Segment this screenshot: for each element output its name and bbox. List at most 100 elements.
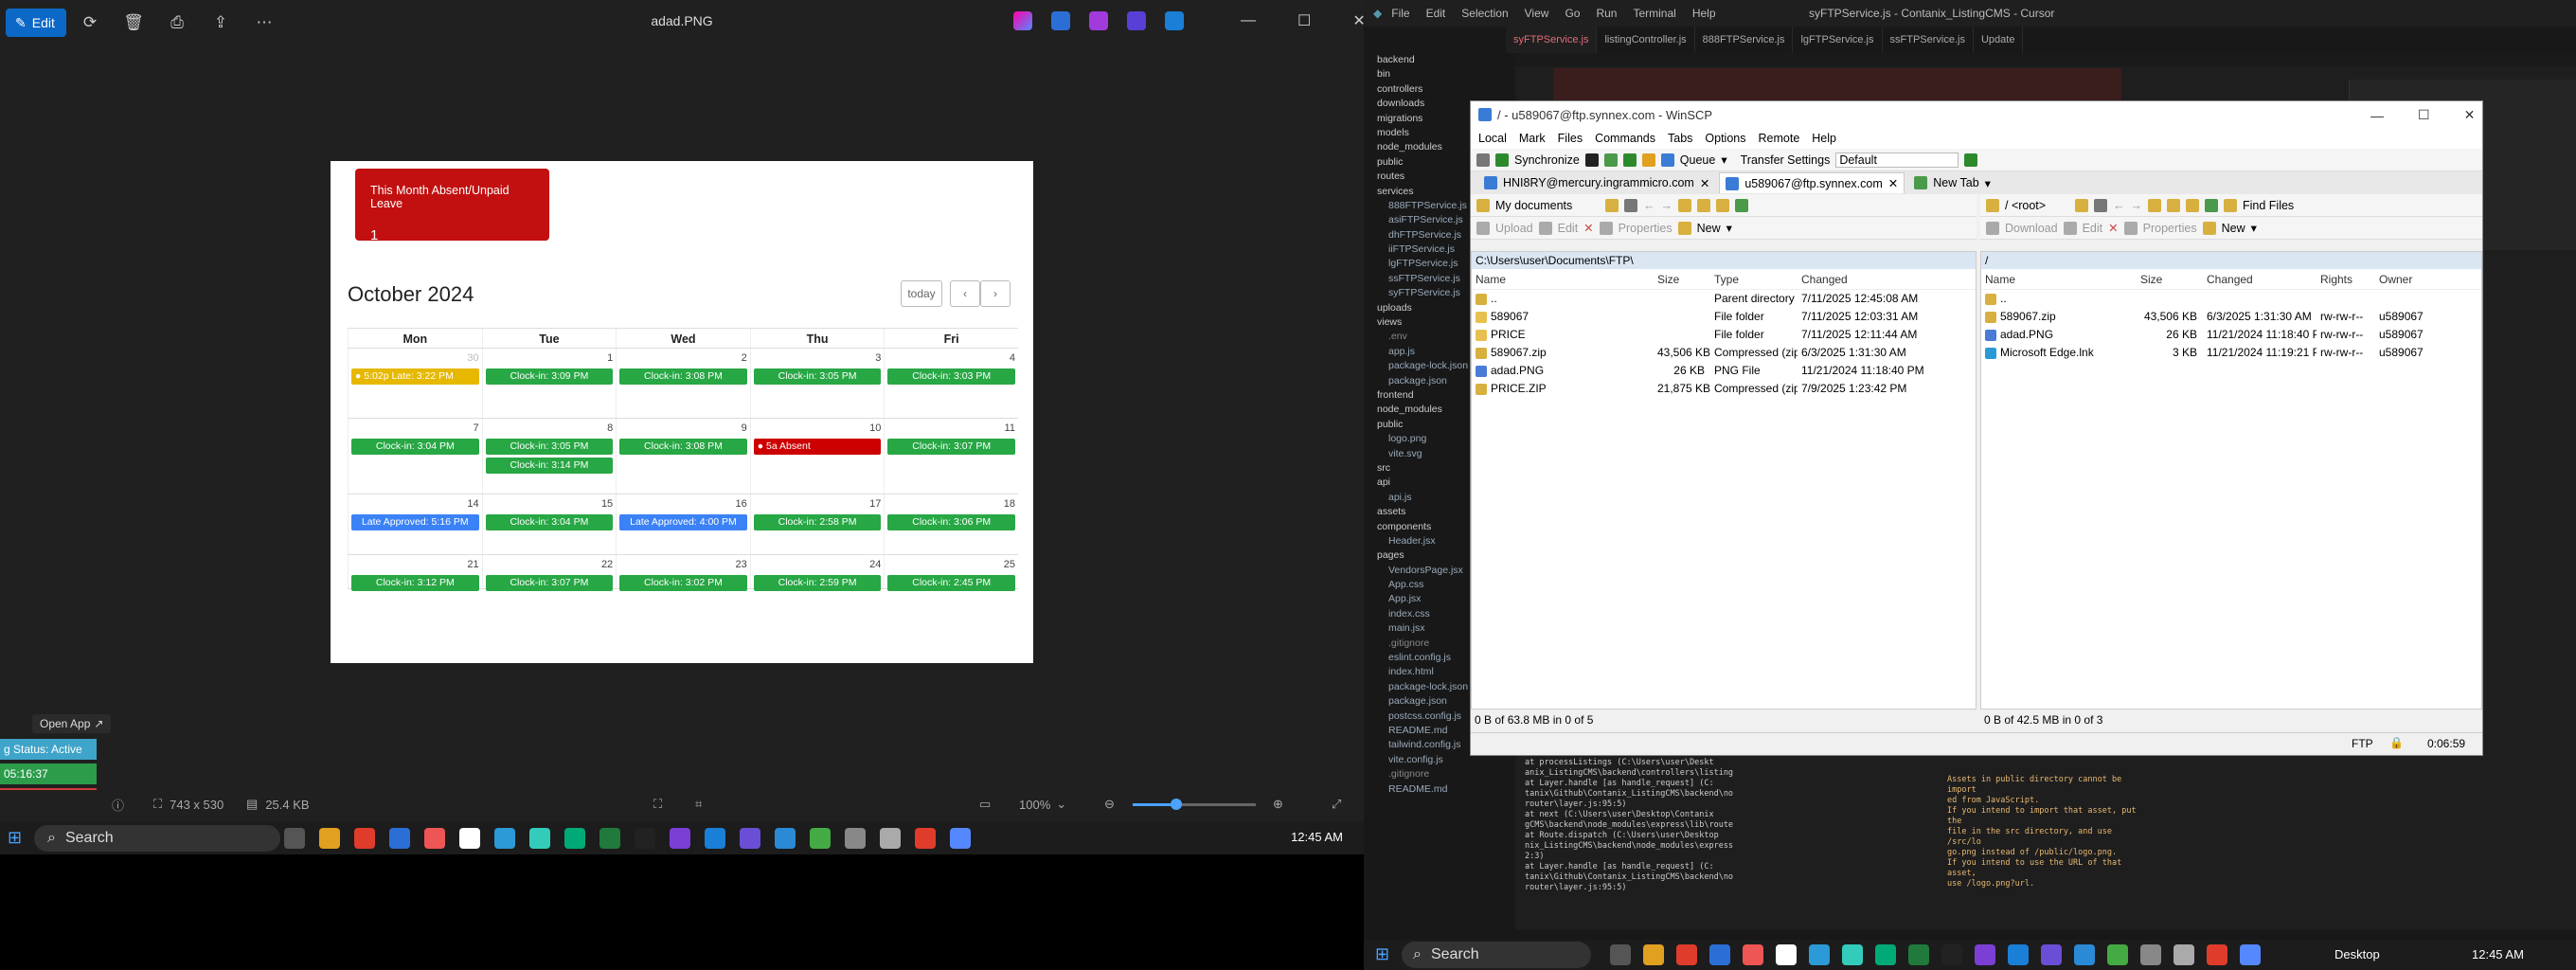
file-row[interactable]: PRICE.ZIP 21,875 KB Compressed (zipp...7/9…: [1472, 380, 1976, 398]
properties-button[interactable]: Properties: [2143, 222, 2197, 235]
zoom-slider-thumb[interactable]: [1170, 799, 1182, 810]
column-header[interactable]: Changed: [1798, 269, 1976, 289]
parent-folder-icon[interactable]: [2148, 198, 2161, 212]
windows-start-icon[interactable]: ⊞: [1375, 944, 1389, 964]
taskbar-app-icon[interactable]: [319, 828, 340, 849]
taskbar-app-icon[interactable]: [2207, 944, 2227, 965]
refresh-icon[interactable]: [2205, 198, 2218, 212]
menu-item[interactable]: Commands: [1595, 132, 1655, 145]
taskbar-app-icon[interactable]: [740, 828, 760, 849]
column-header[interactable]: Size: [1654, 269, 1710, 289]
file-row[interactable]: adad.PNG 26 KB PNG File 11/21/2024 11:18:40…: [1472, 362, 1976, 380]
taskbar-app-icon[interactable]: [529, 828, 550, 849]
taskbar-app-icon[interactable]: [2107, 944, 2128, 965]
taskbar-app-icon[interactable]: [880, 828, 901, 849]
upload-button[interactable]: Upload: [1495, 222, 1533, 235]
explorer-item[interactable]: .gitignore: [1364, 767, 1515, 781]
actual-size-icon[interactable]: ▭: [979, 797, 991, 812]
refresh-icon[interactable]: [1735, 198, 1748, 212]
menu-item[interactable]: Mark: [1519, 132, 1546, 145]
column-header[interactable]: Name: [1981, 269, 2137, 289]
clipchamp-icon[interactable]: [1089, 11, 1108, 30]
file-row[interactable]: .. Parent directory 7/11/2025 12:45:08 AM: [1472, 290, 1976, 308]
taskbar-app-icon[interactable]: [1610, 944, 1631, 965]
sync-icon[interactable]: [1495, 153, 1509, 167]
menu-item[interactable]: Options: [1705, 132, 1745, 145]
menu-item[interactable]: Local: [1478, 132, 1507, 145]
home-folder-icon[interactable]: [2186, 198, 2199, 212]
taskbar-app-icon[interactable]: [1875, 944, 1896, 965]
refresh-icon[interactable]: [1603, 153, 1618, 167]
taskbar-app-icon[interactable]: [950, 828, 971, 849]
remote-location-select[interactable]: / <root>: [2005, 199, 2069, 212]
menu-item[interactable]: File: [1391, 7, 1409, 20]
find-files-button[interactable]: Find Files: [2243, 199, 2294, 212]
fit-screen-icon[interactable]: ⛶: [653, 797, 662, 812]
menu-item[interactable]: View: [1525, 7, 1549, 20]
file-row[interactable]: 589067 File folder 7/11/2025 12:03:31 AM: [1472, 308, 1976, 326]
column-header[interactable]: Name: [1472, 269, 1654, 289]
session-tab[interactable]: New Tab ▾: [1908, 172, 1996, 193]
taskbar-clock[interactable]: 12:45 AM: [1291, 830, 1343, 844]
minimize-icon[interactable]: —: [2370, 108, 2384, 123]
edit-button[interactable]: Edit: [1558, 222, 1579, 235]
windows-start-icon[interactable]: ⊞: [8, 828, 22, 848]
editor-tab[interactable]: lgFTPService.js: [1793, 27, 1883, 53]
copilot-icon[interactable]: [1013, 11, 1032, 30]
taskbar-app-icon[interactable]: [1842, 944, 1863, 965]
file-row[interactable]: adad.PNG 26 KB 11/21/2024 11:18:40 PMrw-rw…: [1981, 326, 2481, 344]
taskbar-app-icon[interactable]: [2008, 944, 2029, 965]
download-button[interactable]: Download: [2005, 222, 2058, 235]
synchronize-button[interactable]: Synchronize: [1514, 153, 1580, 167]
parent-folder-icon[interactable]: [1678, 198, 1691, 212]
delete-icon[interactable]: ✕: [1583, 221, 1593, 235]
session-tab[interactable]: HNI8RY@mercury.ingrammicro.com ✕: [1478, 172, 1715, 193]
local-location-select[interactable]: My documents: [1495, 199, 1600, 212]
root-folder-icon[interactable]: [1697, 198, 1710, 212]
forward-icon[interactable]: →: [1661, 199, 1673, 212]
taskbar-app-icon[interactable]: [1941, 944, 1962, 965]
maximize-icon[interactable]: ☐: [2418, 107, 2430, 123]
close-tab-icon[interactable]: ✕: [1888, 176, 1898, 190]
back-icon[interactable]: ←: [1643, 199, 1655, 212]
taskbar-app-icon[interactable]: [1809, 944, 1830, 965]
menu-item[interactable]: Run: [1596, 7, 1617, 20]
taskbar-app-icon[interactable]: [775, 828, 796, 849]
file-row[interactable]: Microsoft Edge.lnk 3 KB 11/21/2024 11:19:2…: [1981, 344, 2481, 362]
taskbar-app-icon[interactable]: [494, 828, 515, 849]
menu-item[interactable]: Edit: [1426, 7, 1446, 20]
new-button[interactable]: New: [1697, 222, 1721, 235]
open-app-button[interactable]: Open App ↗: [32, 714, 112, 733]
taskbar-app-icon[interactable]: [2041, 944, 2062, 965]
menu-item[interactable]: Selection: [1461, 7, 1508, 20]
compare-icon[interactable]: [1476, 153, 1490, 167]
taskbar-app-icon[interactable]: [459, 828, 480, 849]
explorer-item[interactable]: bin: [1364, 67, 1515, 81]
menu-item[interactable]: Go: [1565, 7, 1580, 20]
taskbar-app-icon[interactable]: [389, 828, 410, 849]
editor-tab[interactable]: Update: [1974, 27, 2024, 53]
taskbar-app-icon[interactable]: [564, 828, 585, 849]
taskbar-app-icon[interactable]: [1709, 944, 1730, 965]
column-header[interactable]: Rights: [2317, 269, 2375, 289]
info-icon[interactable]: ⓘ: [112, 796, 124, 814]
column-header[interactable]: Owner: [2375, 269, 2432, 289]
taskbar-search[interactable]: ⌕ Search: [34, 825, 280, 852]
taskbar-app-icon[interactable]: [599, 828, 620, 849]
taskbar-app-icon[interactable]: [1776, 944, 1797, 965]
taskbar-app-icon[interactable]: [635, 828, 655, 849]
close-tab-icon[interactable]: ✕: [1700, 176, 1709, 190]
menu-item[interactable]: Remote: [1759, 132, 1800, 145]
taskbar-clock[interactable]: 12:45 AM: [2472, 947, 2524, 961]
zoom-select[interactable]: 100% ⌄: [1019, 797, 1066, 812]
editor-tab[interactable]: 888FTPService.js: [1695, 27, 1794, 53]
taskbar-app-icon[interactable]: [1643, 944, 1664, 965]
crop-icon[interactable]: ⌗: [695, 797, 702, 812]
root-folder-icon[interactable]: [2167, 198, 2180, 212]
edit-button[interactable]: Edit: [2083, 222, 2103, 235]
taskbar-app-icon[interactable]: [2240, 944, 2261, 965]
menu-item[interactable]: Help: [1692, 7, 1716, 20]
designer-icon[interactable]: [1051, 11, 1070, 30]
editor-tab[interactable]: ssFTPService.js: [1883, 27, 1974, 53]
taskbar-app-icon[interactable]: [284, 828, 305, 849]
